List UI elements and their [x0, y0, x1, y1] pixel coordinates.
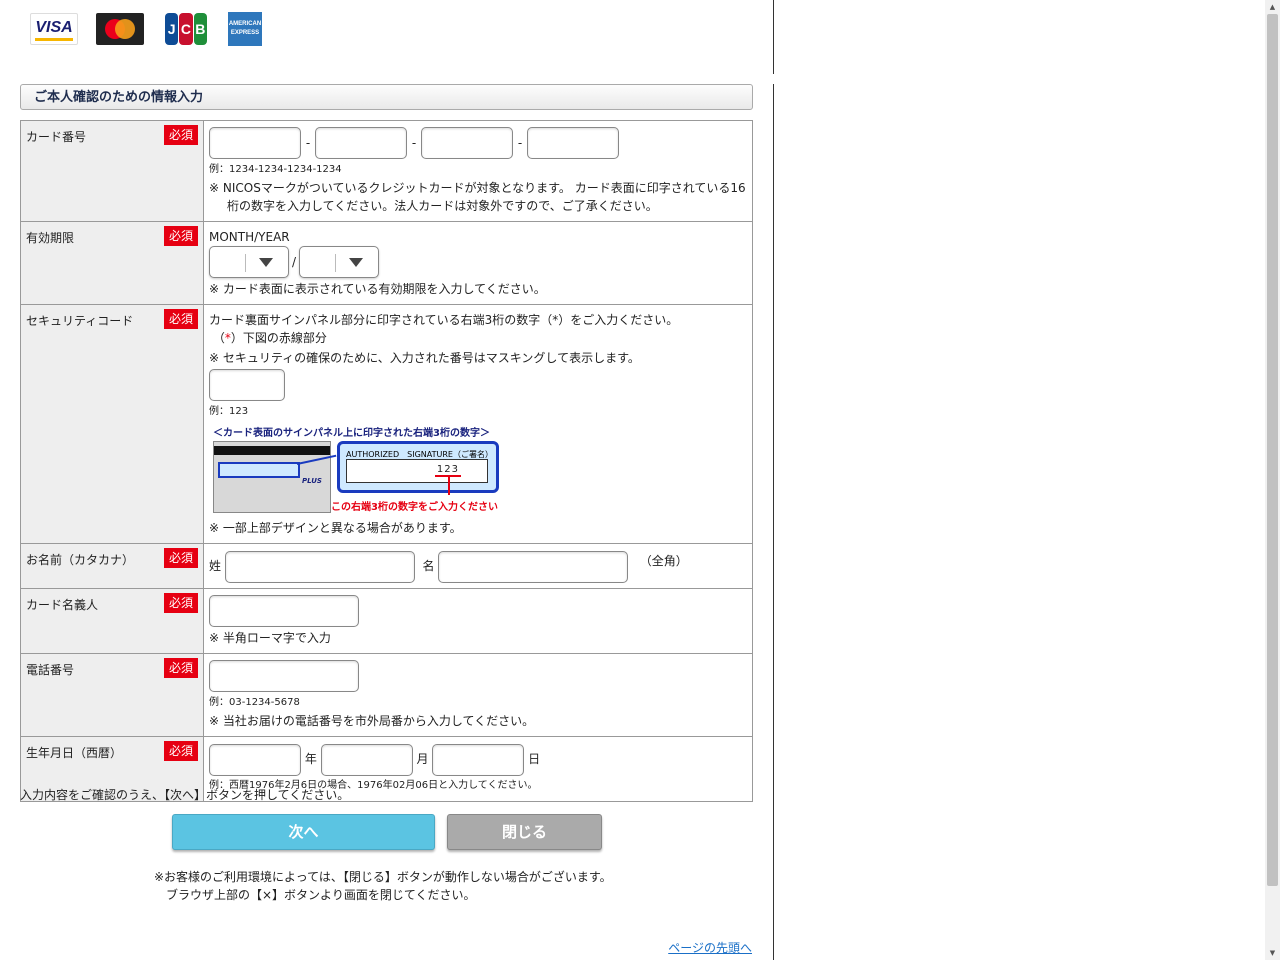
- security-code-input[interactable]: [209, 369, 285, 401]
- phone-note: ※ 当社お届けの電話番号を市外局番から入力してください。: [209, 714, 535, 728]
- last-name-kana-input[interactable]: [224, 550, 415, 583]
- next-button[interactable]: 次へ: [172, 814, 435, 850]
- card-holder-label: カード名義人: [26, 598, 99, 612]
- amex-logo-icon: AMERICAN EXPRESS: [228, 12, 262, 46]
- required-badge: 必須: [163, 548, 198, 568]
- row-card-holder: カード名義人 必須 ※ 半角ローマ字で入力: [20, 588, 753, 654]
- card-holder-note: ※ 半角ローマ字で入力: [209, 631, 331, 645]
- identity-form: カード番号 必須 --- 例：1234-1234-1234-1234 ※ NICO…: [20, 120, 753, 802]
- row-card-number: カード番号 必須 --- 例：1234-1234-1234-1234 ※ NICO…: [20, 120, 753, 222]
- jcb-logo-icon: JCB: [165, 13, 207, 45]
- required-badge: 必須: [163, 658, 198, 678]
- birth-month-input[interactable]: [320, 743, 413, 776]
- required-badge: 必須: [163, 125, 198, 145]
- security-code-label: セキュリティコード: [26, 314, 134, 328]
- scroll-thumb[interactable]: [1267, 14, 1278, 886]
- card-number-input-4[interactable]: [527, 127, 619, 159]
- card-number-input-2[interactable]: [315, 127, 407, 159]
- security-code-image: ＜カード表面のサインパネル上に印字された右端3桁の数字＞ PLUS AUTHOR…: [213, 425, 513, 517]
- birth-day-input[interactable]: [432, 743, 525, 776]
- name-kana-label: お名前（カタカナ）: [26, 553, 135, 567]
- card-holder-input[interactable]: [209, 595, 359, 627]
- expiry-year-select[interactable]: [299, 246, 379, 278]
- row-security-code: セキュリティコード 必須 カード裏面サインパネル部分に印字されている右端3桁の数字…: [20, 304, 753, 544]
- phone-example: 例：03-1234-5678: [209, 697, 300, 708]
- required-badge: 必須: [163, 226, 198, 246]
- card-back-illustration: PLUS: [213, 441, 331, 513]
- mastercard-logo-icon: [96, 13, 144, 45]
- card-brands: VISA JCB AMERICAN EXPRESS: [30, 12, 262, 46]
- row-expiry: 有効期限 必須 MONTH/YEAR / ※ カード表面に表示されている有効期限を…: [20, 221, 753, 305]
- row-phone: 電話番号 必須 例：03-1234-5678 ※ 当社お届けの電話番号を市外局番か…: [20, 653, 753, 737]
- footnote-2: ブラウザ上部の【×】ボタンより画面を閉じてください。: [166, 888, 476, 902]
- scrollbar[interactable]: ▲ ▼: [1265, 0, 1280, 960]
- phone-label: 電話番号: [26, 663, 75, 677]
- card-number-input-1[interactable]: [209, 127, 301, 159]
- card-number-example: 例：1234-1234-1234-1234: [209, 164, 342, 175]
- chevron-down-icon: [349, 258, 363, 267]
- card-number-label: カード番号: [26, 130, 87, 144]
- expiry-month-select[interactable]: [209, 246, 289, 278]
- security-code-mask-note: ※ セキュリティの確保のために、入力された番号はマスキングして表示します。: [209, 351, 640, 365]
- first-name-kana-input[interactable]: [438, 550, 629, 583]
- security-code-desc: カード裏面サインパネル部分に印字されている右端3桁の数字（*）をご入力ください。: [209, 313, 679, 327]
- chevron-down-icon: [259, 258, 273, 267]
- required-badge: 必須: [163, 741, 198, 761]
- visa-logo-icon: VISA: [30, 13, 78, 45]
- security-code-example: 例：123: [209, 406, 249, 417]
- instruction-text: 入力内容をご確認のうえ、【次へ】ボタンを押してください。: [20, 788, 350, 802]
- expiry-format: MONTH/YEAR: [209, 230, 290, 244]
- divider-line: [773, 84, 774, 960]
- expiry-note: ※ カード表面に表示されている有効期限を入力してください。: [209, 282, 546, 296]
- birth-year-input[interactable]: [209, 743, 301, 776]
- birthday-label: 生年月日（西暦）: [26, 746, 123, 760]
- section-title: ご本人確認のための情報入力: [20, 84, 753, 110]
- row-name-kana: お名前（カタカナ） 必須 姓 名 （全角）: [20, 543, 753, 589]
- page-top-link[interactable]: ページの先頭へ: [668, 939, 752, 956]
- image-red-caption: この右端3桁の数字をご入力ください: [331, 502, 498, 513]
- security-code-note: ※ 一部上部デザインと異なる場合があります。: [209, 521, 462, 535]
- expiry-label: 有効期限: [26, 231, 75, 245]
- security-code-desc2: （*）下図の赤線部分: [212, 331, 327, 345]
- signature-panel-zoom: AUTHORIZED SIGNATURE（ご署名） 123: [337, 441, 499, 493]
- phone-input[interactable]: [209, 660, 359, 692]
- divider-line: [773, 0, 774, 74]
- required-badge: 必須: [163, 309, 198, 329]
- close-button[interactable]: 閉じる: [447, 814, 602, 850]
- card-number-note: ※ NICOSマークがついているクレジットカードが対象となります。 カード表面に…: [209, 181, 746, 213]
- required-badge: 必須: [163, 593, 198, 613]
- scroll-up-arrow-icon[interactable]: ▲: [1265, 0, 1280, 14]
- card-number-input-3[interactable]: [421, 127, 513, 159]
- footnote: ※お客様のご利用環境によっては、【閉じる】ボタンが動作しない場合がございます。: [154, 870, 612, 884]
- scroll-down-arrow-icon[interactable]: ▼: [1265, 946, 1280, 960]
